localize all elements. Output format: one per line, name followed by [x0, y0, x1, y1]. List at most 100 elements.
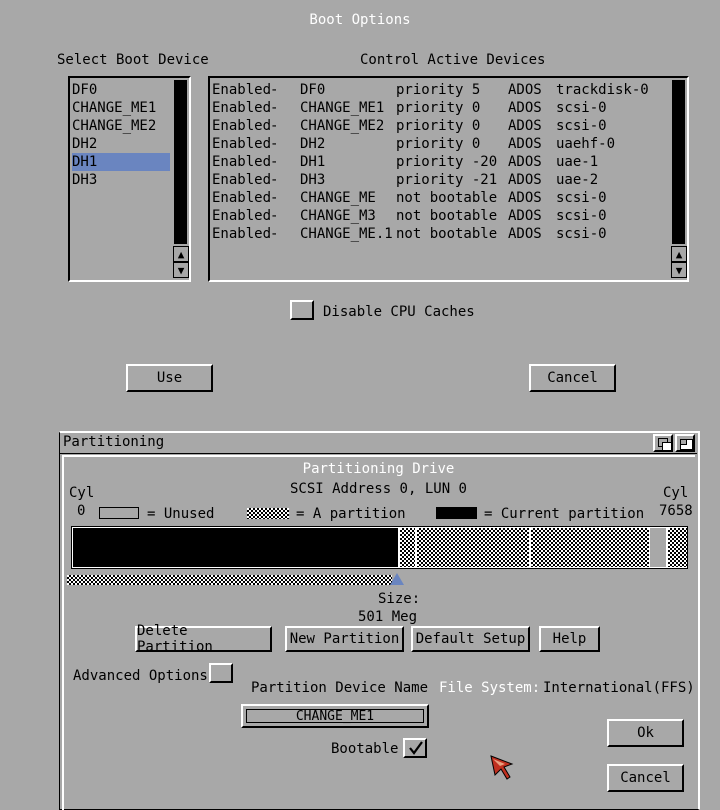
partition-drag-handle[interactable] [67, 575, 392, 585]
active-device-rows: Enabled - DF0 priority 5 ADOS trackdisk-0 Ena… [212, 81, 667, 261]
legend-unused-swatch [99, 507, 139, 519]
disable-cpu-caches-checkbox[interactable] [290, 300, 314, 320]
bootable-label: Bootable [331, 741, 399, 757]
partition-block[interactable] [400, 528, 415, 567]
partitioning-cancel-button[interactable]: Cancel [607, 764, 684, 792]
device-priority: priority 5 [396, 82, 481, 98]
depth-gadget-icon[interactable] [653, 434, 673, 452]
disable-cpu-caches-label: Disable CPU Caches [323, 304, 475, 320]
legend-unused-label: = Unused [147, 506, 215, 522]
legend-partition-label: = A partition [296, 506, 406, 522]
device-dash: - [270, 190, 279, 206]
boot-device-list[interactable]: DF0 CHANGE_ME1 CHANGE_ME2 DH2 DH1 DH3 ▲ … [68, 76, 191, 282]
active-list-scrollbar[interactable] [672, 80, 685, 244]
device-dash: - [270, 100, 279, 116]
device-fs: ADOS [508, 136, 542, 152]
bootable-checkbox[interactable] [403, 738, 427, 758]
active-devices-list[interactable]: Enabled - DF0 priority 5 ADOS trackdisk-0 Ena… [208, 76, 689, 282]
partition-device-name-field[interactable]: CHANGE_ME1 [241, 704, 429, 728]
device-state: Enabled [212, 154, 272, 170]
device-priority: not bootable [396, 208, 498, 224]
advanced-options-label: Advanced Options [73, 668, 208, 684]
use-button[interactable]: Use [126, 364, 213, 392]
device-fs: ADOS [508, 226, 542, 242]
device-driver: scsi-0 [556, 100, 607, 116]
device-name: DF0 [300, 82, 326, 98]
legend-current-swatch [436, 507, 477, 519]
device-name: CHANGE_ME.1 [300, 226, 393, 242]
scsi-address-label: SCSI Address 0, LUN 0 [289, 481, 467, 497]
advanced-options-checkbox[interactable] [209, 663, 233, 683]
boot-device-item[interactable]: DH2 [72, 135, 170, 153]
device-list-scrollbar[interactable] [174, 80, 187, 244]
partition-block[interactable] [417, 528, 529, 567]
partitioning-titlebar[interactable]: Partitioning [60, 433, 697, 454]
arrow-down-icon[interactable]: ▼ [671, 262, 687, 278]
boot-device-rows: DF0 CHANGE_ME1 CHANGE_ME2 DH2 DH1 DH3 [72, 81, 172, 261]
boot-options-title: Boot Options [309, 12, 411, 28]
arrow-down-icon[interactable]: ▼ [173, 262, 189, 278]
device-priority: priority 0 [396, 100, 481, 116]
partitioning-window: Partitioning Partitioning Drive SCSI Add… [59, 431, 700, 810]
arrow-up-icon[interactable]: ▲ [173, 246, 189, 262]
partition-device-name-label: Partition Device Name [251, 680, 429, 696]
cyl-end-label: Cyl [663, 485, 689, 501]
boot-cancel-button[interactable]: Cancel [529, 364, 616, 392]
new-partition-button[interactable]: New Partition [285, 626, 404, 652]
file-system-label: File System: [439, 680, 541, 696]
size-value: 501 Meg [358, 609, 418, 625]
device-fs: ADOS [508, 190, 542, 206]
device-name: CHANGE_ME1 [300, 100, 385, 116]
device-dash: - [270, 118, 279, 134]
device-priority: not bootable [396, 226, 498, 242]
device-driver: scsi-0 [556, 208, 607, 224]
boot-device-item[interactable]: DH3 [72, 171, 170, 189]
file-system-value: International(FFS) [543, 680, 695, 696]
help-button[interactable]: Help [539, 626, 600, 652]
legend-partition-swatch [247, 508, 289, 519]
unused-block[interactable] [650, 528, 666, 567]
device-dash: - [270, 208, 279, 224]
boot-device-item-selected[interactable]: DH1 [72, 153, 170, 171]
device-driver: scsi-0 [556, 226, 607, 242]
device-name: DH3 [300, 172, 326, 188]
device-state: Enabled [212, 136, 272, 152]
legend-current-label: = Current partition [484, 506, 645, 522]
device-state: Enabled [212, 226, 272, 242]
boot-device-item[interactable]: DF0 [72, 81, 170, 99]
device-dash: - [270, 226, 279, 242]
device-dash: - [270, 154, 279, 170]
device-state: Enabled [212, 172, 272, 188]
select-boot-device-label: Select Boot Device [57, 52, 209, 68]
ok-button[interactable]: Ok [607, 719, 684, 747]
device-priority: not bootable [396, 190, 498, 206]
arrow-up-icon[interactable]: ▲ [671, 246, 687, 262]
size-label: Size: [378, 591, 421, 607]
default-setup-button[interactable]: Default Setup [411, 626, 530, 652]
partition-end-marker[interactable] [390, 573, 404, 585]
partition-map[interactable] [71, 526, 688, 569]
device-name: CHANGE_M3 [300, 208, 376, 224]
device-fs: ADOS [508, 100, 542, 116]
device-name-value: CHANGE_ME1 [295, 708, 375, 724]
device-name: DH1 [300, 154, 326, 170]
device-driver: trackdisk-0 [556, 82, 649, 98]
device-fs: ADOS [508, 154, 542, 170]
zoom-gadget-icon[interactable] [675, 434, 695, 452]
mouse-pointer-icon [490, 755, 514, 780]
device-fs: ADOS [508, 172, 542, 188]
device-name: CHANGE_ME [300, 190, 376, 206]
partition-block[interactable] [531, 528, 649, 567]
device-state: Enabled [212, 82, 272, 98]
partition-block[interactable] [668, 528, 687, 567]
device-state: Enabled [212, 190, 272, 206]
current-partition-block[interactable] [73, 528, 398, 567]
device-driver: uaehf-0 [556, 136, 616, 152]
boot-device-item[interactable]: CHANGE_ME1 [72, 99, 170, 117]
delete-partition-button[interactable]: Delete Partition [135, 623, 272, 655]
cyl-start-value: 0 [77, 503, 86, 519]
boot-device-item[interactable]: CHANGE_ME2 [72, 117, 170, 135]
device-driver: uae-1 [556, 154, 599, 170]
device-driver: scsi-0 [556, 118, 607, 134]
device-fs: ADOS [508, 82, 542, 98]
